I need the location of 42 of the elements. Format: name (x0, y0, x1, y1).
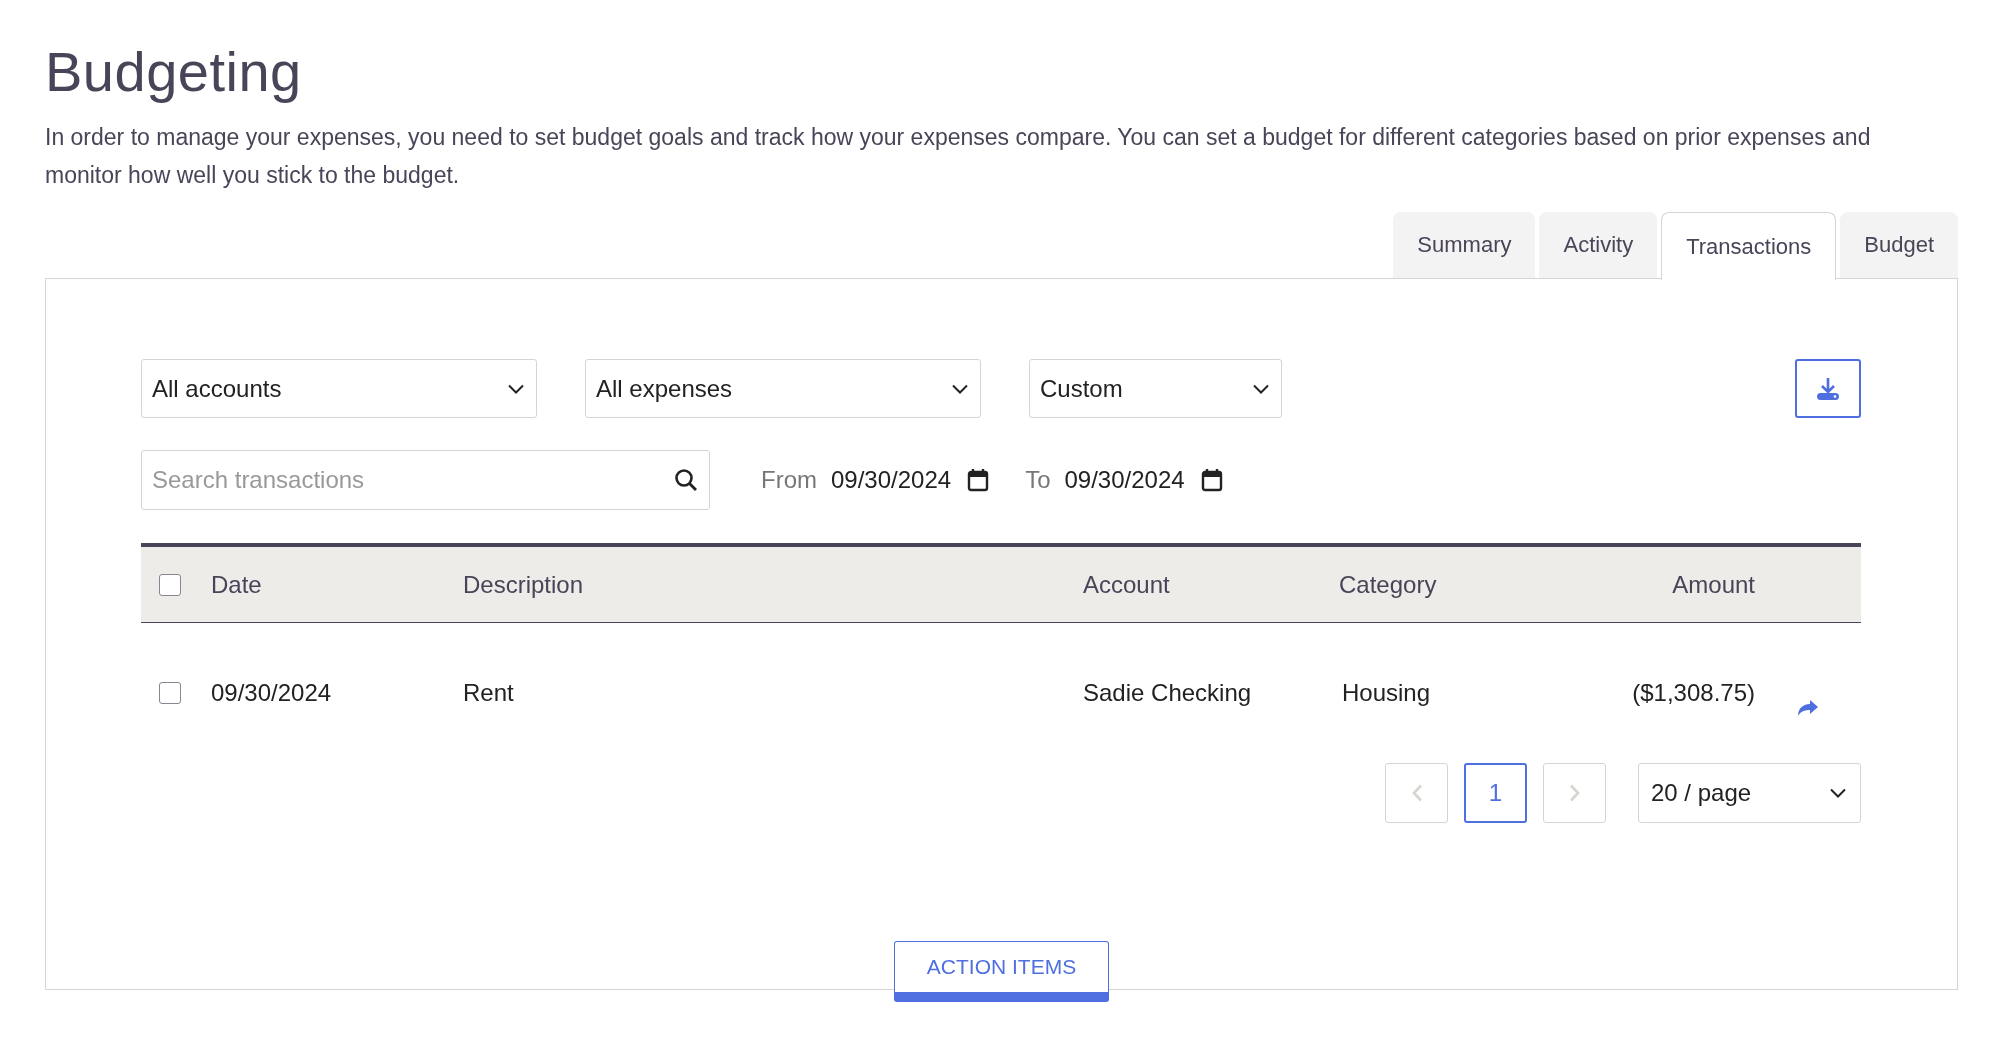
checkbox[interactable] (159, 573, 181, 596)
share-button[interactable] (1797, 699, 1819, 717)
column-header: Date (211, 570, 263, 599)
checkbox[interactable] (159, 682, 181, 704)
chevron-left-icon (1410, 784, 1423, 802)
tab[interactable]: Budget (1840, 212, 1958, 278)
download-button[interactable] (1795, 359, 1861, 418)
page-size-dropdown[interactable]: 20 / page (1638, 763, 1861, 823)
table-cell-text: ($1,308.75) (1631, 679, 1755, 707)
column-header: Description (463, 570, 585, 599)
tab[interactable]: Activity (1539, 212, 1658, 278)
column-header: Account (1083, 570, 1171, 599)
to-label: To (1025, 466, 1051, 494)
page-button[interactable]: 1 (1464, 763, 1527, 823)
tab[interactable]: Summary (1393, 212, 1536, 278)
chevron-down-icon (1830, 788, 1846, 798)
calendar-icon (1200, 468, 1223, 492)
page-title: Budgeting (45, 39, 303, 105)
search-field[interactable]: Search transactions (141, 450, 710, 510)
download-icon (1815, 375, 1841, 402)
chevron-right-icon (1568, 784, 1581, 802)
search-icon (674, 468, 698, 492)
table-cell-text: Rent (463, 679, 515, 707)
from-label: From (761, 466, 817, 494)
column-header: Amount (1671, 570, 1755, 599)
table-cell-text: Sadie Checking (1083, 679, 1253, 707)
calendar-icon (967, 468, 990, 492)
date-field[interactable]: 09/30/2024 (1064, 466, 1223, 494)
date-field[interactable]: 09/30/2024 (831, 466, 990, 494)
chevron-down-icon (952, 383, 968, 394)
dropdown[interactable]: All expenses (585, 359, 981, 418)
table-cell-text: 09/30/2024 (211, 679, 333, 707)
chevron-down-icon (1253, 383, 1269, 394)
chevron-down-icon (508, 383, 524, 394)
page-description: In order to manage your expenses, you need to set budget goals and track how your expenses compare. You can set a budget for different categories based on prior expenses and monitor how well you stick to the budget. (45, 123, 1872, 190)
action-items-button[interactable]: ACTION ITEMS (894, 941, 1109, 1002)
dropdown[interactable]: All accounts (141, 359, 537, 418)
forward-arrow-icon (1797, 699, 1819, 717)
column-header: Category (1339, 570, 1438, 599)
dropdown[interactable]: Custom (1029, 359, 1282, 418)
table-cell-text: Housing (1341, 679, 1432, 707)
tab[interactable]: Transactions (1661, 212, 1837, 280)
